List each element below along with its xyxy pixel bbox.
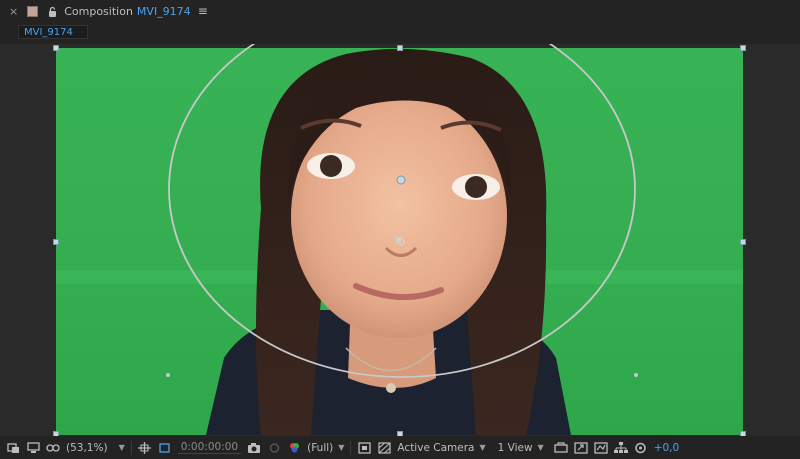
resolution-value: (Full) — [307, 441, 334, 454]
chevron-down-icon: ▼ — [479, 443, 486, 452]
toggle-mask-icon[interactable] — [6, 441, 20, 454]
footage-frame[interactable] — [56, 48, 743, 435]
resolution-dropdown[interactable]: (Full) ▼ — [307, 442, 344, 454]
views-dropdown[interactable]: 1 View ▼ — [498, 442, 544, 454]
chevron-down-icon: ▼ — [338, 443, 345, 452]
glasses-icon[interactable] — [46, 441, 60, 454]
composition-name[interactable]: MVI_9174 — [137, 5, 191, 18]
exposure-value[interactable]: +0,0 — [654, 442, 680, 454]
fit-comp-icon[interactable] — [574, 441, 588, 454]
composition-viewer[interactable] — [0, 44, 800, 436]
monitor-icon[interactable] — [26, 441, 40, 454]
composition-tab-row: MVI_9174 — [0, 22, 800, 42]
snapshot-icon[interactable] — [247, 441, 261, 454]
chevron-down-icon: ▼ — [537, 443, 544, 452]
separator — [350, 440, 352, 455]
timeline-icon[interactable] — [594, 441, 608, 454]
fast-preview-icon[interactable] — [357, 441, 371, 454]
camera-value: Active Camera — [397, 441, 475, 454]
chevron-down-icon: ▼ — [118, 443, 125, 452]
lock-icon[interactable] — [47, 6, 58, 17]
tab-composition[interactable]: MVI_9174 — [18, 25, 88, 39]
label-color-swatch[interactable] — [27, 5, 39, 17]
close-panel-icon[interactable]: × — [9, 5, 18, 18]
panel-title-bar: × Composition MVI_9174 ≡ — [0, 0, 800, 22]
viewer-status-bar: (53,1%) ▼ 0:00:00:00 (Full) ▼ Active Cam… — [0, 436, 800, 459]
timecode-field[interactable]: 0:00:00:00 — [177, 441, 242, 454]
panel-menu-icon[interactable]: ≡ — [198, 4, 208, 18]
separator — [130, 440, 132, 455]
flowchart-icon[interactable] — [613, 441, 628, 454]
subject-image — [56, 48, 743, 435]
3d-renderer-icon[interactable] — [554, 441, 568, 454]
camera-dropdown[interactable]: Active Camera ▼ — [397, 442, 485, 454]
panel-label: Composition — [64, 4, 133, 18]
grid-icon[interactable] — [138, 441, 152, 454]
views-value: 1 View — [497, 441, 533, 454]
zoom-dropdown[interactable]: (53,1%) — [66, 442, 108, 454]
region-of-interest-icon[interactable] — [158, 441, 172, 454]
show-snapshot-icon[interactable] — [267, 441, 281, 454]
reset-exposure-icon[interactable] — [634, 441, 648, 454]
color-channel-icon[interactable] — [287, 441, 301, 454]
transparency-grid-icon[interactable] — [377, 441, 391, 454]
